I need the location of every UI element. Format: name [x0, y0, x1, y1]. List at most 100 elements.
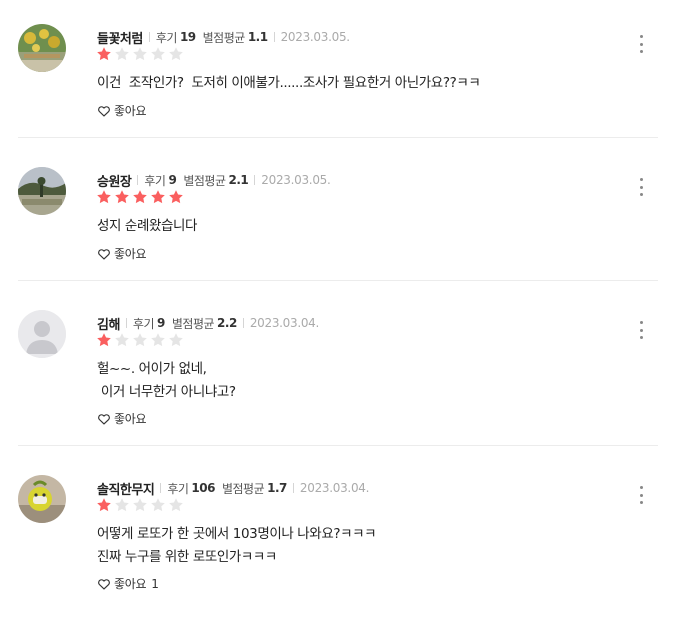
star-filled-icon [115, 190, 129, 204]
avg-rating-label: 별점평균 [171, 316, 215, 331]
like-label: 좋아요 [114, 412, 147, 426]
review-count-label: 후기 [144, 173, 166, 188]
avg-rating-label: 별점평균 [183, 173, 226, 188]
more-dot-icon [639, 336, 643, 339]
character-photo-icon [18, 475, 66, 523]
review-text: 성지 순례왔습니다 [97, 218, 198, 234]
review-count-label: 후기 [132, 316, 155, 331]
more-dot-icon [639, 42, 643, 46]
heart-icon [98, 248, 110, 260]
star-filled-icon [97, 498, 111, 512]
star-empty-icon [169, 333, 183, 347]
star-empty-icon [151, 498, 165, 512]
avg-rating-label: 별점평균 [221, 481, 265, 496]
like-label: 좋아요 [114, 104, 147, 118]
avg-rating: 2.1 [228, 173, 249, 187]
like-button[interactable]: 좋아요 1 [97, 575, 159, 592]
avg-rating: 1.7 [267, 481, 287, 495]
star-empty-icon [115, 47, 129, 61]
review-meta: 김해 후기 9 별점평균 2.2 2023.03.04. [97, 314, 320, 333]
review-count: 19 [179, 30, 196, 44]
landscape-photo-icon [18, 167, 66, 215]
star-empty-icon [133, 498, 147, 512]
star-rating [96, 45, 186, 63]
heart-icon [98, 413, 110, 425]
more-dot-icon [639, 193, 643, 196]
like-button[interactable]: 좋아요 [97, 102, 151, 119]
more-dot-icon [639, 328, 643, 332]
avatar[interactable] [18, 24, 66, 72]
review-date: 2023.03.05. [280, 30, 351, 44]
star-filled-icon [97, 190, 111, 204]
review-meta: 들꽃처럼 후기 19 별점평균 1.1 2023.03.05. [97, 28, 351, 47]
review-meta: 승원장 후기 9 별점평균 2.1 2023.03.05. [97, 171, 331, 190]
more-dot-icon [639, 50, 643, 53]
review-list: 들꽃처럼 후기 19 별점평균 1.1 2023.03.05. 이건 조작인가?… [0, 0, 684, 618]
star-empty-icon [115, 333, 129, 347]
star-filled-icon [151, 190, 165, 204]
divider-bar [148, 32, 150, 42]
star-rating [96, 496, 186, 514]
star-filled-icon [133, 190, 147, 204]
star-empty-icon [169, 47, 183, 61]
star-empty-icon [133, 47, 147, 61]
more-dot-icon [639, 178, 643, 181]
review-text: 이건 조작인가? 도저히 이애불가......조사가 필요한거 아닌가요??ㅋㅋ [97, 75, 481, 91]
review-meta: 솔직한무지 후기 106 별점평균 1.7 2023.03.04. [97, 479, 370, 498]
more-options-button[interactable] [634, 484, 648, 506]
review-date: 2023.03.04. [299, 481, 370, 495]
avatar[interactable] [18, 310, 66, 358]
like-count: 1 [151, 576, 159, 591]
avg-rating: 2.2 [217, 316, 237, 330]
star-empty-icon [151, 47, 165, 61]
review-count-label: 후기 [155, 30, 178, 45]
like-label: 좋아요 [114, 577, 147, 591]
more-dot-icon [639, 493, 643, 497]
review-count: 106 [191, 481, 215, 495]
more-options-button[interactable] [634, 176, 648, 198]
star-empty-icon [115, 498, 129, 512]
review-count-label: 후기 [167, 481, 189, 496]
star-rating [96, 331, 186, 349]
more-dot-icon [639, 321, 643, 324]
heart-icon [98, 105, 110, 117]
nickname[interactable]: 김해 [97, 314, 120, 333]
more-options-button[interactable] [634, 319, 648, 341]
default-person-icon [18, 310, 66, 358]
nickname[interactable]: 솔직한무지 [97, 479, 155, 498]
star-empty-icon [133, 333, 147, 347]
more-dot-icon [639, 486, 643, 489]
nickname[interactable]: 승원장 [97, 171, 132, 190]
like-label: 좋아요 [114, 247, 147, 261]
flower-photo-icon [18, 24, 66, 72]
divider [18, 280, 658, 281]
star-filled-icon [97, 333, 111, 347]
avg-rating-label: 별점평균 [202, 30, 246, 45]
divider-bar [160, 483, 162, 493]
more-options-button[interactable] [634, 33, 648, 55]
avatar[interactable] [18, 475, 66, 523]
review-date: 2023.03.04. [249, 316, 320, 330]
like-button[interactable]: 좋아요 [97, 410, 151, 427]
star-filled-icon [97, 47, 111, 61]
more-dot-icon [639, 501, 643, 504]
review-count: 9 [168, 173, 177, 187]
like-button[interactable]: 좋아요 [97, 245, 151, 262]
review-count: 9 [157, 316, 165, 330]
divider-bar [292, 483, 294, 493]
divider-bar [273, 32, 275, 42]
more-dot-icon [639, 35, 643, 38]
divider [18, 137, 658, 138]
divider-bar [254, 175, 256, 185]
star-filled-icon [169, 190, 183, 204]
avg-rating: 1.1 [247, 30, 268, 44]
nickname[interactable]: 들꽃처럼 [97, 28, 143, 47]
star-empty-icon [151, 333, 165, 347]
review-text: 헐~~. 어이가 없네, 이거 너무한거 아니냐고? [97, 361, 236, 400]
star-empty-icon [169, 498, 183, 512]
more-dot-icon [639, 185, 643, 189]
heart-icon [98, 578, 110, 590]
avatar[interactable] [18, 167, 66, 215]
divider-bar [125, 318, 127, 328]
divider [18, 445, 658, 446]
